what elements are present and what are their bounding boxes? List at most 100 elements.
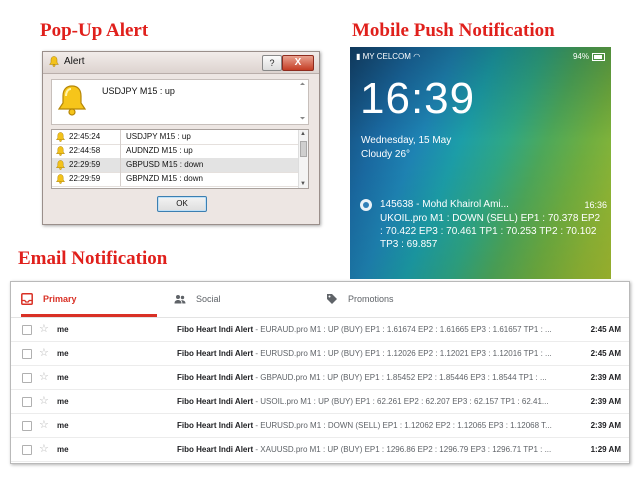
email-preview: Fibo Heart Indi Alert - USOIL.pro M1 : U…: [177, 397, 571, 406]
inbox-icon: [21, 293, 33, 305]
battery-percent: 94%: [572, 52, 589, 61]
battery-icon: [592, 52, 605, 61]
star-icon[interactable]: ☆: [39, 418, 49, 431]
scroll-up-icon[interactable]: ▲: [300, 131, 306, 137]
tag-icon: [327, 294, 337, 304]
select-checkbox[interactable]: [22, 373, 32, 383]
wifi-icon: ◠: [413, 52, 421, 61]
notification-time: 16:36: [584, 200, 607, 210]
dialog-titlebar[interactable]: Alert ? X: [43, 52, 319, 74]
email-time: 2:39 AM: [590, 421, 621, 430]
email-sender: me: [57, 373, 69, 382]
star-icon[interactable]: ☆: [39, 322, 49, 335]
email-time: 2:45 AM: [590, 349, 621, 358]
email-snippet: - EURAUD.pro M1 : UP (BUY) EP1 : 1.61674…: [253, 325, 552, 334]
select-checkbox[interactable]: [22, 397, 32, 407]
gmail-inbox: Primary Social Promotions ☆ me Fibo Hear…: [10, 281, 630, 464]
email-sender: me: [57, 397, 69, 406]
alert-text: GBPNZD M15 : down: [126, 174, 203, 183]
email-preview: Fibo Heart Indi Alert - GBPAUD.pro M1 : …: [177, 373, 571, 382]
message-scrollbar[interactable]: [298, 81, 307, 121]
status-bar-left: ▮ MY CELCOM ◠: [356, 52, 420, 61]
star-icon[interactable]: ☆: [39, 346, 49, 359]
help-button[interactable]: ?: [262, 55, 282, 71]
column-divider: [120, 158, 121, 172]
email-preview: Fibo Heart Indi Alert - EURUSD.pro M1 : …: [177, 421, 571, 430]
alert-message-box: USDJPY M15 : up: [51, 79, 309, 125]
status-bar-right: 94%: [573, 52, 605, 61]
lockscreen-clock: 16:39: [360, 74, 476, 123]
email-subject: Fibo Heart Indi Alert: [177, 349, 254, 358]
ok-button[interactable]: OK: [157, 196, 207, 212]
email-snippet: - XAUUSD.pro M1 : UP (BUY) EP1 : 1296.86…: [253, 445, 552, 454]
app-icon: [360, 199, 372, 211]
alert-text: GBPUSD M15 : down: [126, 160, 204, 169]
email-snippet: - EURUSD.pro M1 : DOWN (SELL) EP1 : 1.12…: [253, 421, 552, 430]
select-checkbox[interactable]: [22, 325, 32, 335]
bell-icon: [49, 56, 59, 67]
email-sender: me: [57, 349, 69, 358]
email-row[interactable]: ☆ me Fibo Heart Indi Alert - GBPAUD.pro …: [11, 365, 629, 390]
tab-social-label: Social: [196, 294, 221, 304]
select-checkbox[interactable]: [22, 349, 32, 359]
list-item[interactable]: 22:29:59 GBPNZD M15 : down: [52, 172, 298, 187]
list-item[interactable]: 22:45:24 USDJPY M15 : up: [52, 130, 298, 145]
email-snippet: - EURUSD.pro M1 : UP (BUY) EP1 : 1.12026…: [253, 349, 552, 358]
notification-body: UKOIL.pro M1 : DOWN (SELL) EP1 : 70.378 …: [380, 213, 601, 250]
mobile-push-heading: Mobile Push Notification: [352, 20, 555, 41]
email-subject: Fibo Heart Indi Alert: [177, 445, 254, 454]
bell-icon: [56, 160, 65, 170]
list-item[interactable]: 22:29:59 GBPUSD M15 : down: [52, 158, 298, 173]
alert-time: 22:29:59: [69, 174, 101, 183]
email-time: 2:39 AM: [590, 373, 621, 382]
scroll-thumb[interactable]: [300, 141, 307, 157]
email-snippet: - USOIL.pro M1 : UP (BUY) EP1 : 62.261 E…: [253, 397, 549, 406]
alert-message: USDJPY M15 : up: [102, 86, 175, 96]
alert-time: 22:44:58: [69, 146, 101, 155]
email-sender: me: [57, 421, 69, 430]
star-icon[interactable]: ☆: [39, 442, 49, 455]
email-row[interactable]: ☆ me Fibo Heart Indi Alert - XAUUSD.pro …: [11, 437, 629, 462]
tab-promotions-label: Promotions: [348, 294, 394, 304]
bell-icon: [56, 174, 65, 184]
star-icon[interactable]: ☆: [39, 394, 49, 407]
email-row[interactable]: ☆ me Fibo Heart Indi Alert - EURUSD.pro …: [11, 341, 629, 366]
email-time: 1:29 AM: [590, 445, 621, 454]
signal-icon: ▮: [356, 52, 361, 61]
email-sender: me: [57, 445, 69, 454]
select-checkbox[interactable]: [22, 445, 32, 455]
notification-title: 145638 - Mohd Khairol Ami...: [380, 199, 509, 210]
star-icon[interactable]: ☆: [39, 370, 49, 383]
email-row[interactable]: ☆ me Fibo Heart Indi Alert - USOIL.pro M…: [11, 389, 629, 414]
alert-history-list: 22:45:24 USDJPY M15 : up 22:44:58 AUDNZD…: [51, 129, 309, 189]
column-divider: [120, 172, 121, 186]
email-snippet: - GBPAUD.pro M1 : UP (BUY) EP1 : 1.85452…: [253, 373, 547, 382]
tab-primary[interactable]: Primary: [21, 282, 157, 317]
select-checkbox[interactable]: [22, 421, 32, 431]
column-divider: [120, 144, 121, 158]
email-subject: Fibo Heart Indi Alert: [177, 421, 254, 430]
carrier-name: MY CELCOM: [362, 52, 411, 61]
tab-social[interactable]: Social: [174, 282, 314, 317]
list-item[interactable]: 22:44:58 AUDNZD M15 : up: [52, 144, 298, 159]
email-subject: Fibo Heart Indi Alert: [177, 397, 254, 406]
alert-text: AUDNZD M15 : up: [126, 146, 193, 155]
email-preview: Fibo Heart Indi Alert - EURUSD.pro M1 : …: [177, 349, 571, 358]
close-button[interactable]: X: [282, 55, 314, 71]
email-time: 2:39 AM: [590, 397, 621, 406]
email-subject: Fibo Heart Indi Alert: [177, 325, 254, 334]
alert-dialog: Alert ? X USDJPY M15 : up 22:45:24 USDJP…: [42, 51, 320, 225]
email-row[interactable]: ☆ me Fibo Heart Indi Alert - EURAUD.pro …: [11, 317, 629, 342]
bell-icon: [56, 146, 65, 156]
list-scrollbar[interactable]: ▲ ▼: [298, 130, 308, 188]
email-preview: Fibo Heart Indi Alert - EURAUD.pro M1 : …: [177, 325, 571, 334]
phone-lockscreen: ▮ MY CELCOM ◠ 94% 16:39 Wednesday, 15 Ma…: [350, 47, 611, 279]
email-row[interactable]: ☆ me Fibo Heart Indi Alert - EURUSD.pro …: [11, 413, 629, 438]
tab-primary-label: Primary: [43, 294, 77, 304]
tab-promotions[interactable]: Promotions: [326, 282, 476, 317]
email-preview: Fibo Heart Indi Alert - XAUUSD.pro M1 : …: [177, 445, 571, 454]
dialog-title: Alert: [64, 56, 85, 67]
scroll-down-icon[interactable]: ▼: [300, 181, 306, 187]
alert-text: USDJPY M15 : up: [126, 132, 191, 141]
alert-time: 22:29:59: [69, 160, 101, 169]
